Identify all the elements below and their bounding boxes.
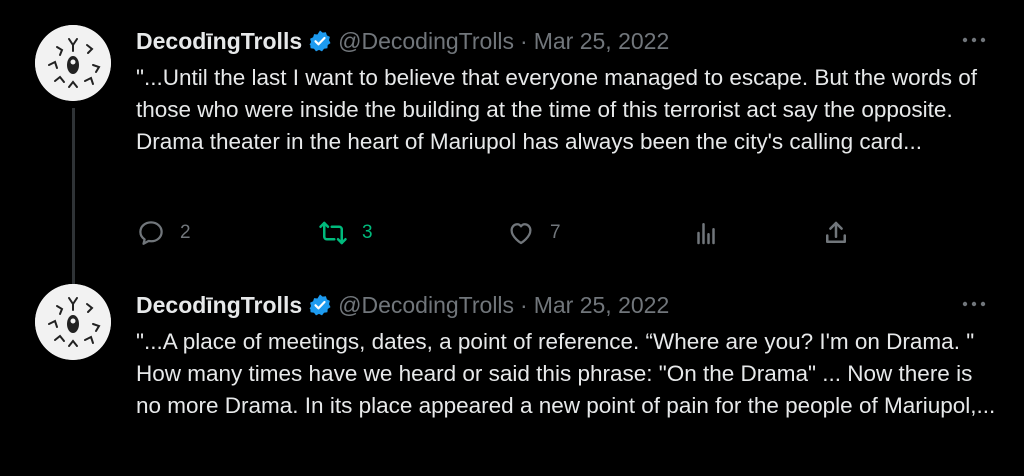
- reply-icon: [136, 218, 166, 248]
- reply-count: 2: [180, 222, 191, 243]
- tweet-text: "...A place of meetings, dates, a point …: [136, 329, 996, 418]
- avatar-pattern-icon: [35, 25, 111, 101]
- views-button[interactable]: [691, 218, 721, 248]
- verified-badge-icon: [308, 293, 332, 317]
- author-name[interactable]: DecodīngTrolls: [136, 292, 302, 319]
- tweet[interactable]: DecodīngTrolls @DecodingTrolls · Mar 25,…: [0, 0, 1024, 290]
- share-icon: [821, 218, 851, 248]
- separator-dot: ·: [520, 27, 528, 54]
- like-count: 7: [550, 222, 561, 243]
- like-button[interactable]: 7: [506, 218, 561, 248]
- tweet-date[interactable]: Mar 25, 2022: [534, 292, 670, 319]
- more-options-icon[interactable]: [960, 294, 988, 314]
- verified-badge-icon: [308, 29, 332, 53]
- tweet-date[interactable]: Mar 25, 2022: [534, 28, 670, 55]
- author-handle[interactable]: @DecodingTrolls: [338, 292, 514, 319]
- author-handle[interactable]: @DecodingTrolls: [338, 28, 514, 55]
- more-options-icon[interactable]: [960, 30, 988, 50]
- thread-line: [72, 108, 75, 290]
- retweet-button[interactable]: 3: [318, 218, 373, 248]
- retweet-count: 3: [362, 222, 373, 243]
- share-button[interactable]: [821, 218, 851, 248]
- tweet-header: DecodīngTrolls @DecodingTrolls · Mar 25,…: [136, 290, 669, 320]
- tweet-header: DecodīngTrolls @DecodingTrolls · Mar 25,…: [136, 26, 669, 56]
- tweet[interactable]: DecodīngTrolls @DecodingTrolls · Mar 25,…: [0, 264, 1024, 476]
- avatar[interactable]: [35, 25, 111, 101]
- avatar[interactable]: [35, 284, 111, 360]
- avatar-pattern-icon: [35, 284, 111, 360]
- tweet-actions: 2 3 7: [136, 218, 1006, 248]
- views-icon: [691, 218, 721, 248]
- reply-button[interactable]: 2: [136, 218, 191, 248]
- like-icon: [506, 218, 536, 248]
- retweet-icon: [318, 218, 348, 248]
- tweet-text: "...Until the last I want to believe tha…: [136, 65, 977, 154]
- separator-dot: ·: [520, 291, 528, 318]
- author-name[interactable]: DecodīngTrolls: [136, 28, 302, 55]
